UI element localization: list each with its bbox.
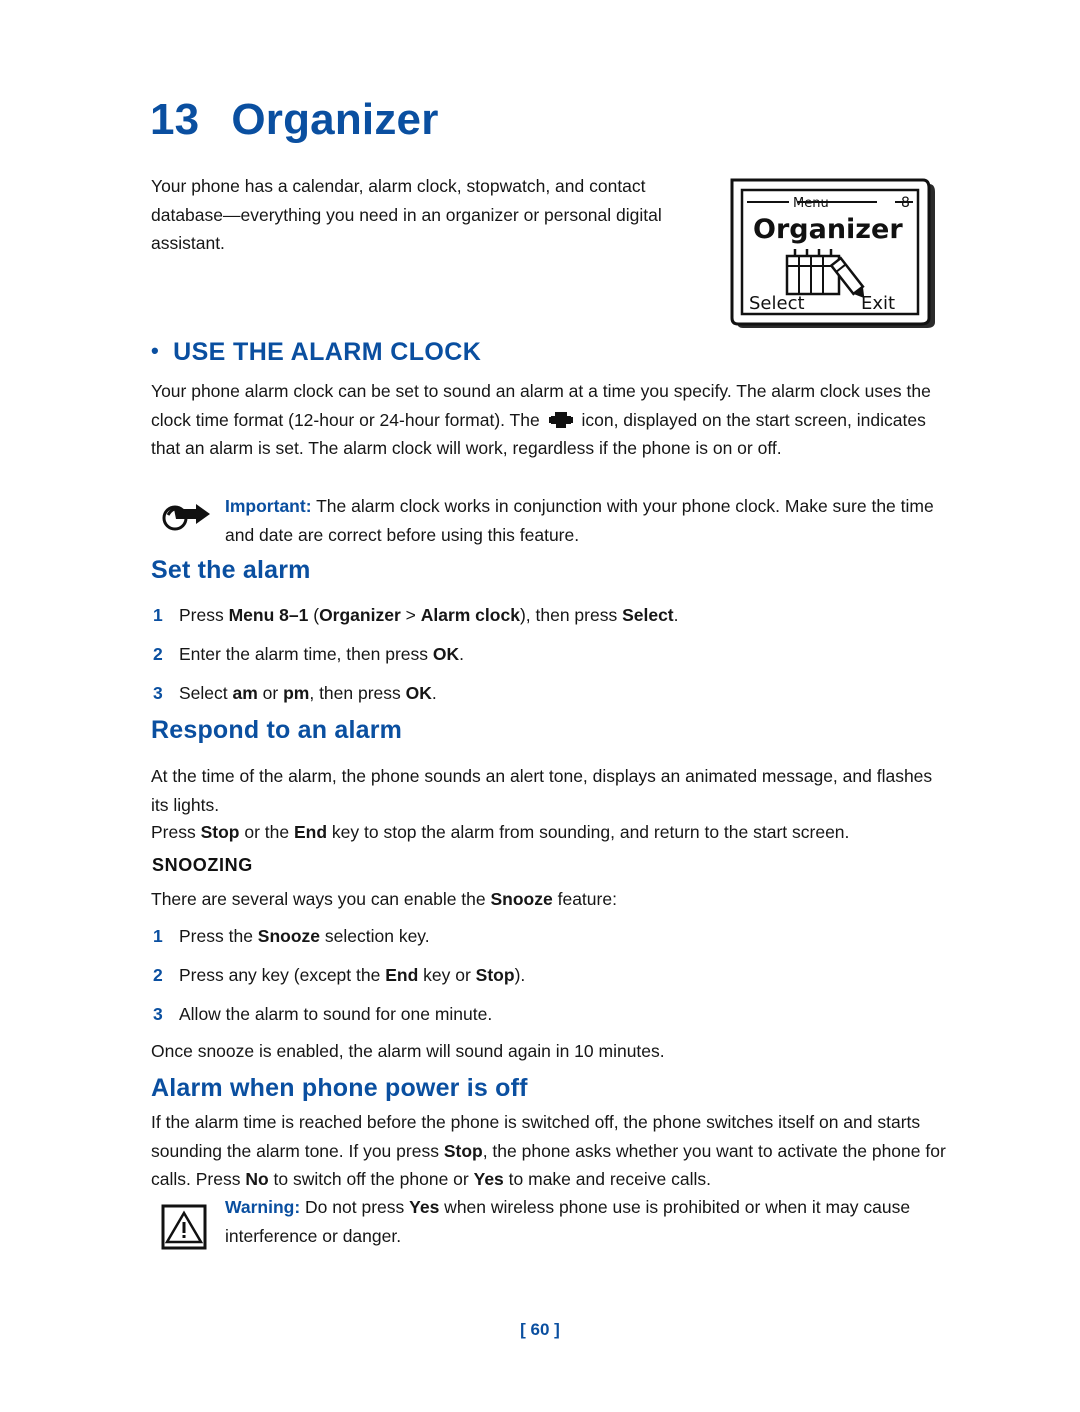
power-off-paragraph: If the alarm time is reached before the … — [151, 1112, 946, 1189]
chapter-name: Organizer — [231, 95, 439, 144]
minor-heading-snoozing: SNOOZING — [152, 855, 253, 875]
important-note: Important: The alarm clock works in conj… — [225, 492, 940, 549]
warning-triangle-icon — [161, 1204, 207, 1250]
list-item: 1 Press Menu 8–1 (Organizer > Alarm cloc… — [153, 601, 933, 630]
svg-text:Select: Select — [749, 293, 805, 314]
list-item-number: 3 — [153, 683, 163, 703]
list-item: 3 Allow the alarm to sound for one minut… — [153, 1000, 933, 1029]
list-item-text: Select am or pm, then press OK. — [179, 683, 437, 703]
list-item-number: 3 — [153, 1004, 163, 1024]
list-item-number: 1 — [153, 605, 163, 625]
respond-paragraph-1: At the time of the alarm, the phone soun… — [151, 766, 933, 815]
subheading-alarm-power-off: Alarm when phone power is off — [151, 1074, 528, 1102]
svg-text:Organizer: Organizer — [753, 214, 903, 245]
intro-paragraph: Your phone has a calendar, alarm clock, … — [151, 176, 662, 253]
list-item: 2 Enter the alarm time, then press OK. — [153, 640, 933, 669]
warning-note-text: Do not press Yes when wireless phone use… — [225, 1197, 911, 1246]
warning-note: Warning: Do not press Yes when wireless … — [225, 1193, 940, 1250]
alarm-clock-icon — [548, 410, 573, 430]
snoozing-lead: There are several ways you can enable th… — [151, 889, 617, 909]
svg-text:Menu: Menu — [793, 196, 829, 211]
snoozing-closing: Once snooze is enabled, the alarm will s… — [151, 1041, 665, 1061]
list-item-number: 2 — [153, 644, 163, 664]
warning-note-label: Warning: — [225, 1197, 301, 1217]
alarm-clock-description: Your phone alarm clock can be set to sou… — [151, 377, 941, 463]
bullet-icon: • — [151, 338, 160, 363]
svg-text:8: 8 — [901, 195, 910, 211]
organizer-screen-illustration: Menu 8 Organizer Select Exit — [727, 176, 939, 334]
subheading-set-the-alarm: Set the alarm — [151, 556, 311, 584]
svg-text:Exit: Exit — [861, 293, 895, 314]
list-item-number: 1 — [153, 926, 163, 946]
list-item-text: Press the Snooze selection key. — [179, 926, 430, 946]
section-heading-alarm-clock: • USE THE ALARM CLOCK — [151, 338, 481, 367]
list-item-text: Allow the alarm to sound for one minute. — [179, 1004, 493, 1024]
chapter-number: 13 — [150, 95, 200, 144]
list-item-text: Enter the alarm time, then press OK. — [179, 644, 464, 664]
list-item: 1 Press the Snooze selection key. — [153, 922, 933, 951]
list-item-text: Press any key (except the End key or Sto… — [179, 965, 526, 985]
section-heading-text: USE THE ALARM CLOCK — [173, 338, 482, 366]
list-item-text: Press Menu 8–1 (Organizer > Alarm clock)… — [179, 605, 679, 625]
page-title: 13 Organizer — [150, 95, 439, 145]
list-item-number: 2 — [153, 965, 163, 985]
important-note-label: Important: — [225, 496, 312, 516]
list-item: 3 Select am or pm, then press OK. — [153, 679, 933, 708]
important-note-text: The alarm clock works in conjunction wit… — [225, 496, 934, 545]
manual-page: 13 Organizer Your phone has a calendar, a… — [0, 0, 1080, 1412]
page-number: [ 60 ] — [520, 1320, 560, 1339]
pointing-hand-icon — [160, 496, 212, 538]
subheading-respond-to-an-alarm: Respond to an alarm — [151, 716, 403, 744]
respond-paragraph-2: Press Stop or the End key to stop the al… — [151, 822, 850, 842]
list-item: 2 Press any key (except the End key or S… — [153, 961, 933, 990]
